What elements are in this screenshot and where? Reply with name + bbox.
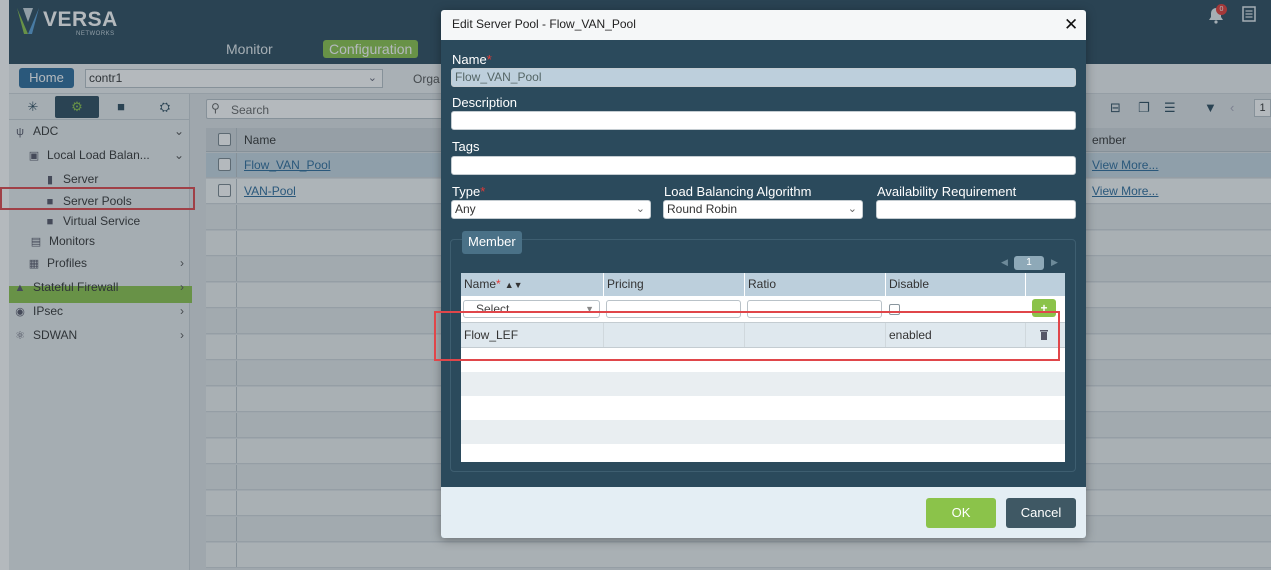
ok-button[interactable]: OK — [926, 498, 996, 528]
availability-label: Availability Requirement — [877, 184, 1017, 199]
tags-label: Tags — [452, 139, 480, 154]
dialog-title: Edit Server Pool - Flow_VAN_Pool — [452, 17, 636, 31]
lb-algorithm-value: Round Robin — [667, 202, 738, 216]
required-marker: * — [496, 277, 501, 291]
availability-field[interactable] — [876, 200, 1076, 219]
column-header-label: Name — [464, 277, 497, 291]
name-field[interactable]: Flow_VAN_Pool — [451, 68, 1076, 87]
previous-page-icon[interactable]: ◀ — [1001, 257, 1008, 268]
chevron-down-icon: ⌄ — [847, 203, 857, 215]
empty-row — [461, 444, 1065, 462]
sort-icon[interactable]: ▲▼ — [505, 280, 523, 290]
type-select[interactable]: Any ⌄ — [451, 200, 651, 219]
chevron-down-icon: ⌄ — [635, 203, 645, 215]
next-page-icon[interactable]: ▶ — [1051, 257, 1058, 268]
highlight-box-member-row — [434, 311, 1060, 361]
lb-algorithm-select[interactable]: Round Robin ⌄ — [663, 200, 863, 219]
member-legend: Member — [462, 231, 522, 254]
tags-field[interactable] — [451, 156, 1076, 175]
column-header-name[interactable]: Name* ▲▼ — [461, 273, 604, 296]
close-icon[interactable]: ✕ — [1064, 15, 1078, 35]
name-label: Name* — [452, 52, 492, 67]
type-label-text: Type — [452, 184, 481, 199]
empty-row — [461, 372, 1065, 396]
column-header-disable[interactable]: Disable — [886, 273, 1026, 296]
empty-row — [461, 420, 1065, 444]
member-page-number[interactable]: 1 — [1014, 256, 1044, 270]
empty-row — [461, 396, 1065, 420]
member-table: Name* ▲▼ Pricing Ratio Disable Select ▼ +… — [461, 273, 1065, 462]
member-table-header: Name* ▲▼ Pricing Ratio Disable — [461, 273, 1065, 296]
column-header-ratio[interactable]: Ratio — [745, 273, 886, 296]
lb-algorithm-label: Load Balancing Algorithm — [664, 184, 812, 199]
required-marker: * — [480, 184, 486, 199]
type-value: Any — [455, 202, 476, 216]
name-label-text: Name — [452, 52, 487, 67]
dialog-footer: OK Cancel — [441, 487, 1086, 538]
description-field[interactable] — [451, 111, 1076, 130]
dialog-title-bar: Edit Server Pool - Flow_VAN_Pool ✕ — [441, 10, 1086, 40]
description-label: Description — [452, 95, 518, 110]
type-label: Type* — [452, 184, 485, 199]
required-marker: * — [486, 52, 492, 67]
edit-server-pool-dialog: Edit Server Pool - Flow_VAN_Pool ✕ Name*… — [434, 10, 1086, 538]
cancel-button[interactable]: Cancel — [1006, 498, 1076, 528]
column-header-pricing[interactable]: Pricing — [604, 273, 745, 296]
